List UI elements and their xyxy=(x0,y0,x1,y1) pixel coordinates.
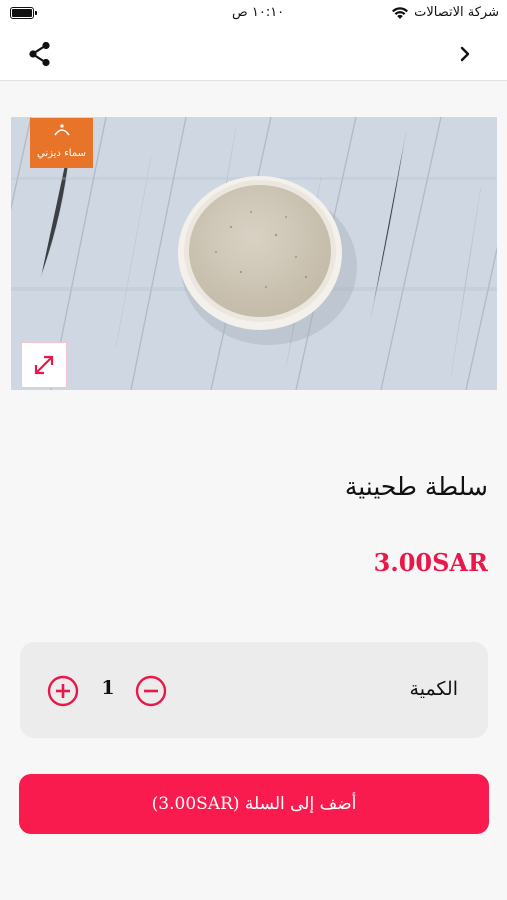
brand-logo-text: سماء ديزني xyxy=(37,148,86,159)
product-price: 3.00SAR xyxy=(373,548,488,577)
battery-icon xyxy=(10,7,37,19)
quantity-value: 1 xyxy=(101,677,115,699)
wifi-icon xyxy=(392,6,409,19)
status-carrier: شركة الاتصالات xyxy=(391,5,499,20)
carrier-name: شركة الاتصالات xyxy=(414,5,499,20)
minus-circle-icon[interactable] xyxy=(135,675,167,707)
nav-bar xyxy=(0,28,507,81)
share-icon[interactable] xyxy=(26,40,54,68)
quantity-card: الكمية 1 xyxy=(20,642,488,738)
add-to-cart-label: أضف إلى السلة (3.00SAR) xyxy=(151,794,357,814)
expand-icon xyxy=(34,355,54,375)
chevron-right-icon[interactable] xyxy=(457,42,473,66)
status-time: ١٠:١٠ ص xyxy=(232,5,285,20)
quantity-label: الكمية xyxy=(409,678,458,700)
product-name: سلطة طحينية xyxy=(344,472,488,501)
expand-button[interactable] xyxy=(21,342,67,388)
status-bar: ١٠:١٠ ص شركة الاتصالات xyxy=(0,0,507,28)
plus-circle-icon[interactable] xyxy=(47,675,79,707)
add-to-cart-button[interactable]: أضف إلى السلة (3.00SAR) xyxy=(19,774,489,834)
